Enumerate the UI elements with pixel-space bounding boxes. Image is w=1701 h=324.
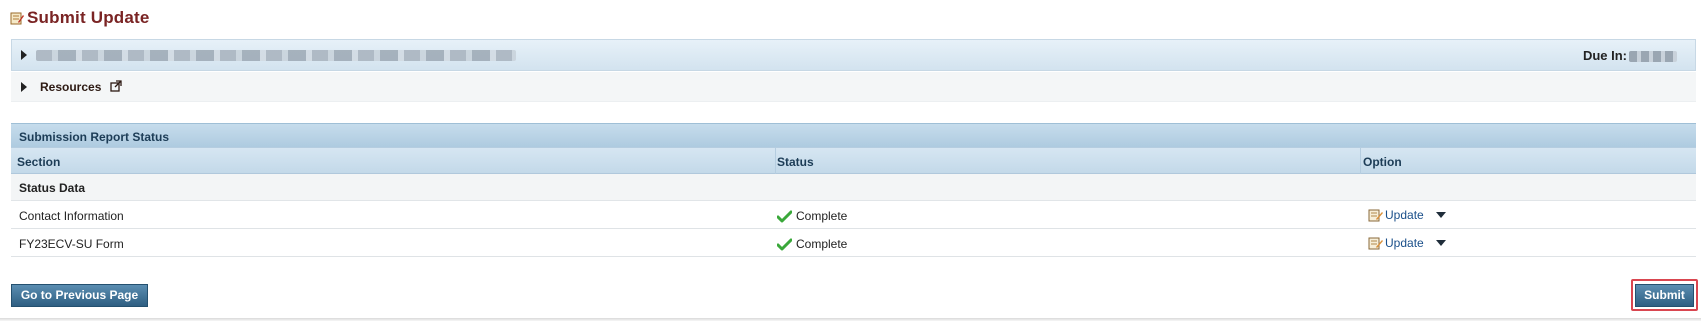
resources-panel[interactable]: Resources [11, 72, 1696, 102]
column-header-option: Option [1363, 155, 1402, 169]
external-link-icon[interactable] [110, 80, 122, 92]
go-to-previous-page-button[interactable]: Go to Previous Page [11, 284, 148, 307]
status-cell: Complete [777, 209, 847, 223]
section-cell: FY23ECV-SU Form [19, 237, 124, 251]
caret-right-icon[interactable] [21, 82, 27, 92]
submission-status-table: Submission Report Status Section Status … [11, 123, 1696, 257]
page-title: Submit Update [27, 8, 150, 27]
page-header: Submit Update [10, 6, 150, 30]
section-cell: Contact Information [19, 209, 124, 223]
column-divider [1360, 148, 1361, 174]
column-divider [775, 148, 776, 174]
page-bottom-divider [0, 318, 1701, 321]
status-cell: Complete [777, 237, 847, 251]
redacted-due-value [1629, 51, 1677, 62]
group-row-status-data: Status Data [11, 174, 1696, 201]
edit-doc-icon[interactable] [1367, 207, 1383, 223]
update-link[interactable]: Update [1385, 208, 1424, 222]
option-cell: Update [1367, 207, 1446, 223]
resources-label[interactable]: Resources [40, 80, 101, 94]
submit-button[interactable]: Submit [1635, 284, 1694, 307]
table-title: Submission Report Status [11, 123, 1696, 147]
status-text: Complete [796, 209, 848, 223]
chevron-down-icon[interactable] [1435, 240, 1446, 246]
submission-info-panel[interactable]: Due In: [11, 39, 1696, 71]
status-text: Complete [796, 237, 848, 251]
table-row: Contact Information Complete Update [11, 201, 1696, 229]
chevron-down-icon[interactable] [1435, 212, 1446, 218]
check-icon [777, 210, 792, 222]
option-cell: Update [1367, 235, 1446, 251]
table-row: FY23ECV-SU Form Complete Update [11, 229, 1696, 257]
table-header-row: Section Status Option [11, 147, 1696, 174]
due-in-label: Due In: [1582, 48, 1627, 63]
column-header-status: Status [777, 155, 814, 169]
redacted-submission-name [36, 50, 516, 61]
update-link[interactable]: Update [1385, 236, 1424, 250]
edit-doc-icon [10, 12, 24, 25]
edit-doc-icon[interactable] [1367, 235, 1383, 251]
caret-right-icon[interactable] [21, 50, 27, 60]
check-icon [777, 238, 792, 250]
column-header-section: Section [17, 155, 61, 169]
